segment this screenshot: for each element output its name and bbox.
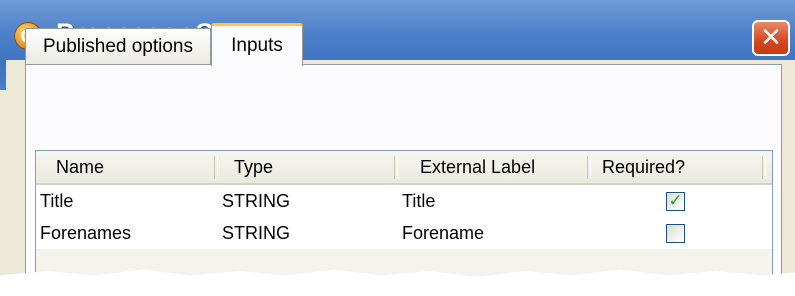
processor-setup-window: Processor Setup ✕ Published options Inpu… <box>0 0 795 277</box>
row-external-label[interactable]: Forename <box>402 217 484 249</box>
window-right-edge <box>782 60 795 277</box>
tab-published-options[interactable]: Published options <box>25 28 211 64</box>
check-icon: ✓ <box>668 191 683 211</box>
table-row[interactable]: Title STRING Title ✓ <box>36 185 772 217</box>
tab-published-options-label: Published options <box>43 35 193 57</box>
grid-header: Name Type External Label Required? <box>36 151 772 185</box>
row-name: Title <box>40 190 74 211</box>
row-name: Forenames <box>40 222 132 243</box>
row-external-label[interactable]: Title <box>402 185 435 217</box>
required-checkbox[interactable]: ✓ <box>666 192 685 211</box>
inputs-grid: Name Type External Label Required? Title… <box>35 150 773 277</box>
column-header-type[interactable]: Type <box>234 151 273 183</box>
column-divider[interactable] <box>587 156 591 179</box>
column-header-name[interactable]: Name <box>56 151 104 183</box>
column-header-external-label[interactable]: External Label <box>420 151 535 183</box>
column-divider[interactable] <box>762 156 766 179</box>
close-icon: ✕ <box>760 23 782 53</box>
required-checkbox[interactable] <box>666 224 685 243</box>
row-type: STRING <box>222 190 291 211</box>
column-divider[interactable] <box>394 156 398 179</box>
tab-inputs-label: Inputs <box>231 35 283 56</box>
table-row[interactable]: Forenames STRING Forename <box>36 217 772 249</box>
row-type: STRING <box>222 222 291 243</box>
column-header-required[interactable]: Required? <box>602 151 685 183</box>
column-divider[interactable] <box>214 156 218 179</box>
tab-inputs[interactable]: Inputs <box>211 23 303 66</box>
close-button[interactable]: ✕ <box>752 20 790 56</box>
